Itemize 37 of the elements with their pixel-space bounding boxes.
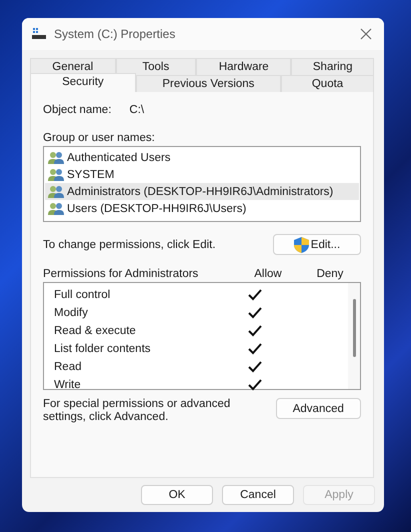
shield-icon [294,236,309,252]
tab[interactable]: Previous Versions [136,75,282,92]
group-item[interactable]: Authenticated Users [45,149,359,166]
group-item[interactable]: SYSTEM [45,166,359,183]
users-icon [48,168,64,182]
edit-button[interactable]: Edit... [273,234,361,255]
dialog-button[interactable]: Cancel [222,485,294,505]
permission-name: Read & execute [54,325,137,337]
users-icon [48,150,64,164]
permission-name: Write [54,379,82,391]
close-icon[interactable] [360,28,372,40]
tab[interactable]: Hardware [196,58,292,75]
permission-name: Full control [54,289,112,301]
permission-name: Modify [54,307,89,319]
window-title: System (C:) Properties [54,27,176,41]
advanced-hint: For special permissions or advanced settings, click Advanced. [43,398,232,424]
tab[interactable]: Security [30,73,136,92]
permission-name: Read [54,361,82,373]
group-item[interactable]: Users (DESKTOP-HH9IR6J\Users) [45,200,359,217]
users-icon [48,202,64,216]
allow-header: Allow [253,268,283,280]
dialog-button[interactable]: OK [141,485,213,505]
deny-header: Deny [316,268,344,280]
tab[interactable]: Sharing [291,58,374,75]
object-name-label: Object name: [43,104,112,116]
group-list-label: Group or user names: [43,132,156,144]
permissions-title: Permissions for Administrators [43,268,200,280]
object-name-value: C:\ [129,104,144,116]
drive-icon [32,28,46,40]
advanced-button[interactable]: Advanced [276,398,361,419]
permission-name: List folder contents [54,343,152,355]
tab[interactable]: Quota [281,75,374,92]
change-hint: To change permissions, click Edit. [43,238,216,250]
scrollbar[interactable] [348,283,360,389]
users-icon [48,184,64,198]
group-item[interactable]: Administrators (DESKTOP-HH9IR6J\Administrators) [45,183,359,200]
tab[interactable]: Tools [116,58,196,75]
